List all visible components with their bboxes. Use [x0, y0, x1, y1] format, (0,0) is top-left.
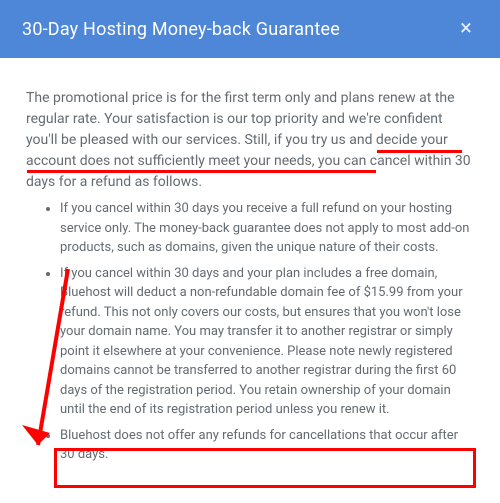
intro-paragraph: The promotional price is for the first t… [26, 88, 474, 193]
modal-body: The promotional price is for the first t… [0, 58, 500, 487]
modal-header: 30-Day Hosting Money-back Guarantee × [0, 0, 500, 58]
list-item: If you cancel within 30 days and your pl… [60, 264, 474, 420]
list-item: Bluehost does not offer any refunds for … [60, 426, 474, 465]
close-icon[interactable]: × [454, 18, 478, 40]
list-item: If you cancel within 30 days you receive… [60, 199, 474, 258]
refund-terms-list: If you cancel within 30 days you receive… [26, 199, 474, 465]
modal-title: 30-Day Hosting Money-back Guarantee [22, 19, 340, 40]
